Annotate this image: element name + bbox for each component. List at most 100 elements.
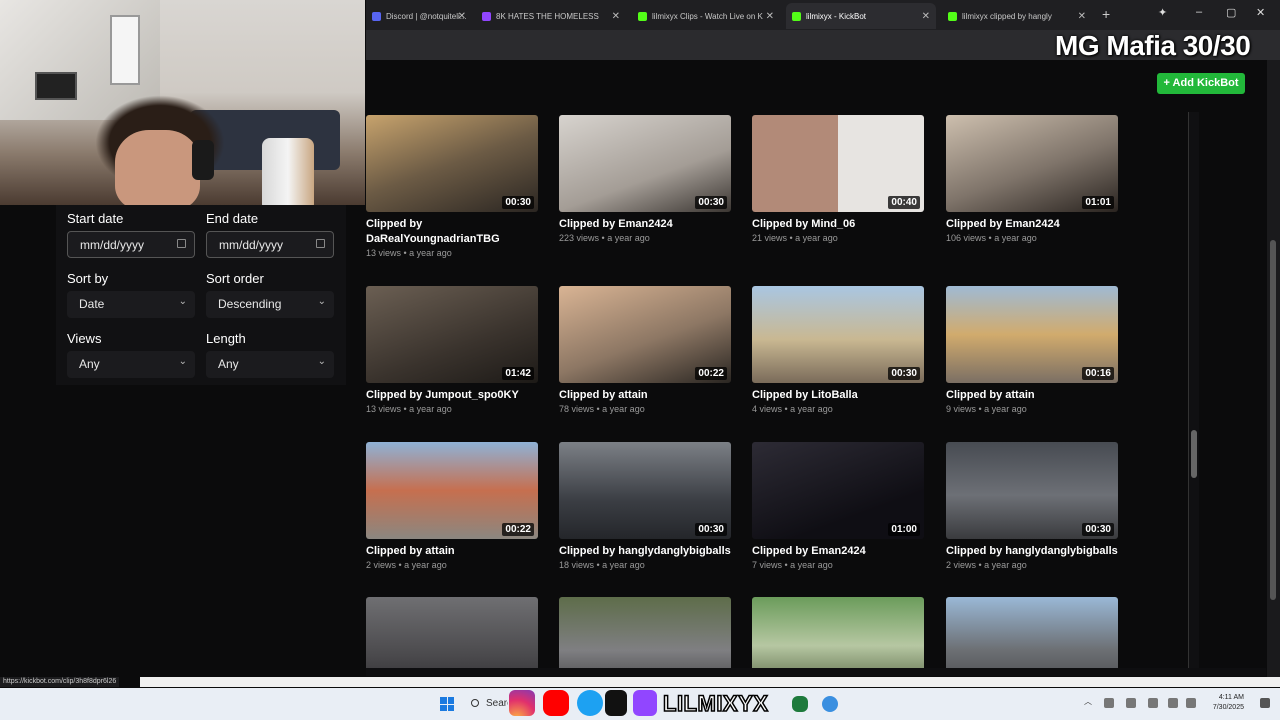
views-label: Views: [67, 331, 102, 346]
start-date-input[interactable]: mm/dd/yyyy: [67, 231, 195, 258]
end-date-input[interactable]: mm/dd/yyyy: [206, 231, 334, 258]
close-icon[interactable]: ✕: [458, 11, 466, 22]
length-label: Length: [206, 331, 246, 346]
clip-card[interactable]: 01:00 Clipped by Eman2424 7 views • a year…: [752, 442, 926, 592]
microphone-icon[interactable]: [1148, 698, 1158, 708]
clip-views: 9 views: [946, 404, 977, 414]
tab-discord[interactable]: Discord | @notquiteli... ✕: [366, 3, 472, 29]
clip-thumbnail[interactable]: 01:01: [946, 115, 1118, 212]
calendar-icon[interactable]: [316, 239, 325, 248]
clip-card[interactable]: 00:40 Clipped by Mind_06 21 views • a year…: [752, 115, 926, 265]
clip-title[interactable]: Clipped by DaRealYoungnadrianTBG: [366, 217, 540, 247]
clip-thumbnail[interactable]: [946, 597, 1118, 668]
clip-thumbnail[interactable]: [366, 597, 538, 668]
clip-card[interactable]: 00:22 Clipped by attain 78 views • a year …: [559, 286, 733, 436]
sort-order-label: Sort order: [206, 271, 264, 286]
close-window-icon[interactable]: ✕: [1256, 6, 1265, 19]
clip-title[interactable]: Clipped by Jumpout_spo0KY: [366, 388, 540, 403]
new-tab-button[interactable]: +: [1102, 6, 1110, 22]
minimize-icon[interactable]: –: [1196, 6, 1202, 18]
clip-thumbnail[interactable]: 01:42: [366, 286, 538, 383]
scrollbar-thumb[interactable]: [1191, 430, 1197, 478]
clip-title[interactable]: Clipped by hanglydanglybigballs: [559, 544, 733, 559]
clip-card[interactable]: [752, 597, 926, 668]
clip-title[interactable]: Clipped by Mind_06: [752, 217, 926, 232]
clip-thumbnail[interactable]: 00:30: [946, 442, 1118, 539]
maximize-icon[interactable]: ▢: [1226, 6, 1236, 19]
page-scrollbar[interactable]: [1267, 60, 1280, 680]
add-kickbot-button[interactable]: + Add KickBot: [1157, 73, 1245, 94]
clip-title[interactable]: Clipped by Eman2424: [752, 544, 926, 559]
clip-card[interactable]: 00:30 Clipped by Eman2424 223 views • a ye…: [559, 115, 733, 265]
clip-title[interactable]: Clipped by attain: [946, 388, 1120, 403]
tray-icon[interactable]: [1126, 698, 1136, 708]
clip-thumbnail[interactable]: 00:40: [752, 115, 924, 212]
volume-icon[interactable]: [1186, 698, 1196, 708]
clip-card[interactable]: 00:30 Clipped by DaRealYoungnadrianTBG 13 …: [366, 115, 540, 265]
clip-thumbnail[interactable]: 00:30: [752, 286, 924, 383]
clip-title[interactable]: Clipped by Eman2424: [946, 217, 1120, 232]
close-icon[interactable]: ✕: [766, 11, 774, 22]
close-icon[interactable]: ✕: [612, 11, 620, 22]
network-icon[interactable]: [1168, 698, 1178, 708]
clip-meta: 7 views • a year ago: [752, 560, 833, 570]
clip-duration: 00:30: [695, 523, 727, 536]
clip-card[interactable]: 00:30 Clipped by LitoBalla 4 views • a yea…: [752, 286, 926, 436]
clip-card[interactable]: 01:42 Clipped by Jumpout_spo0KY 13 views •…: [366, 286, 540, 436]
clip-thumbnail[interactable]: 00:16: [946, 286, 1118, 383]
length-select[interactable]: Any ⌄: [206, 351, 334, 378]
clip-title[interactable]: Clipped by attain: [559, 388, 733, 403]
clip-card[interactable]: [559, 597, 733, 668]
clip-card[interactable]: 00:22 Clipped by attain 2 views • a year a…: [366, 442, 540, 592]
windows-start-icon[interactable]: [440, 697, 454, 711]
taskbar-clock[interactable]: 4:11 AM 7/30/2025: [1196, 693, 1244, 713]
clip-thumbnail[interactable]: 00:22: [366, 442, 538, 539]
views-select[interactable]: Any ⌄: [67, 351, 195, 378]
clip-duration: 00:30: [502, 196, 534, 209]
clip-thumbnail[interactable]: [752, 597, 924, 668]
browser-icon[interactable]: [822, 696, 838, 712]
clip-card[interactable]: 00:16 Clipped by attain 9 views • a year a…: [946, 286, 1120, 436]
clip-title[interactable]: Clipped by hanglydanglybigballs: [946, 544, 1120, 559]
scrollbar-thumb[interactable]: [1270, 240, 1276, 600]
extension-icon[interactable]: ✦: [1158, 6, 1167, 19]
sort-order-select[interactable]: Descending ⌄: [206, 291, 334, 318]
calendar-icon[interactable]: [177, 239, 186, 248]
clip-meta: 106 views • a year ago: [946, 233, 1037, 243]
tab-kickbot-clip[interactable]: lilmixyx clipped by hangly ✕: [942, 3, 1092, 29]
close-icon[interactable]: ✕: [922, 11, 930, 22]
clip-list-scrollbar[interactable]: [1188, 112, 1199, 672]
taskbar-search[interactable]: Search: [466, 694, 512, 714]
tab-kickbot[interactable]: lilmixyx - KickBot ✕: [786, 3, 936, 29]
clip-card[interactable]: [946, 597, 1120, 668]
clip-thumbnail[interactable]: 00:30: [366, 115, 538, 212]
views-value: Any: [79, 357, 100, 371]
clip-meta: 13 views • a year ago: [366, 404, 452, 414]
clip-card[interactable]: 01:01 Clipped by Eman2424 106 views • a ye…: [946, 115, 1120, 265]
tab-twitch[interactable]: 8K HATES THE HOMELESS ✕: [476, 3, 626, 29]
clip-title[interactable]: Clipped by Eman2424: [559, 217, 733, 232]
clip-thumbnail[interactable]: 00:30: [559, 442, 731, 539]
clip-thumbnail[interactable]: 01:00: [752, 442, 924, 539]
clip-title[interactable]: Clipped by attain: [366, 544, 540, 559]
clip-card[interactable]: 00:30 Clipped by hanglydanglybigballs 2 vi…: [946, 442, 1120, 592]
clip-thumbnail[interactable]: 00:22: [559, 286, 731, 383]
horizontal-scrollbar[interactable]: [366, 668, 1266, 676]
clip-views: 13 views: [366, 248, 402, 258]
app-icon[interactable]: [792, 696, 808, 712]
start-date-label: Start date: [67, 211, 124, 226]
clip-thumbnail[interactable]: 00:30: [559, 115, 731, 212]
notification-icon[interactable]: [1260, 698, 1270, 708]
tray-chevron-icon[interactable]: ︿: [1084, 696, 1094, 706]
tray-icon[interactable]: [1104, 698, 1114, 708]
chevron-down-icon: ⌄: [317, 356, 326, 367]
clip-title[interactable]: Clipped by LitoBalla: [752, 388, 926, 403]
clip-card[interactable]: 00:30 Clipped by hanglydanglybigballs 18 v…: [559, 442, 733, 592]
status-strip: [140, 677, 1280, 687]
tab-kick-clips[interactable]: lilmixyx Clips - Watch Live on K ✕: [632, 3, 780, 29]
close-icon[interactable]: ✕: [1078, 11, 1086, 22]
clip-card[interactable]: [366, 597, 540, 668]
meta-separator: •: [976, 560, 985, 570]
sort-by-select[interactable]: Date ⌄: [67, 291, 195, 318]
clip-thumbnail[interactable]: [559, 597, 731, 668]
